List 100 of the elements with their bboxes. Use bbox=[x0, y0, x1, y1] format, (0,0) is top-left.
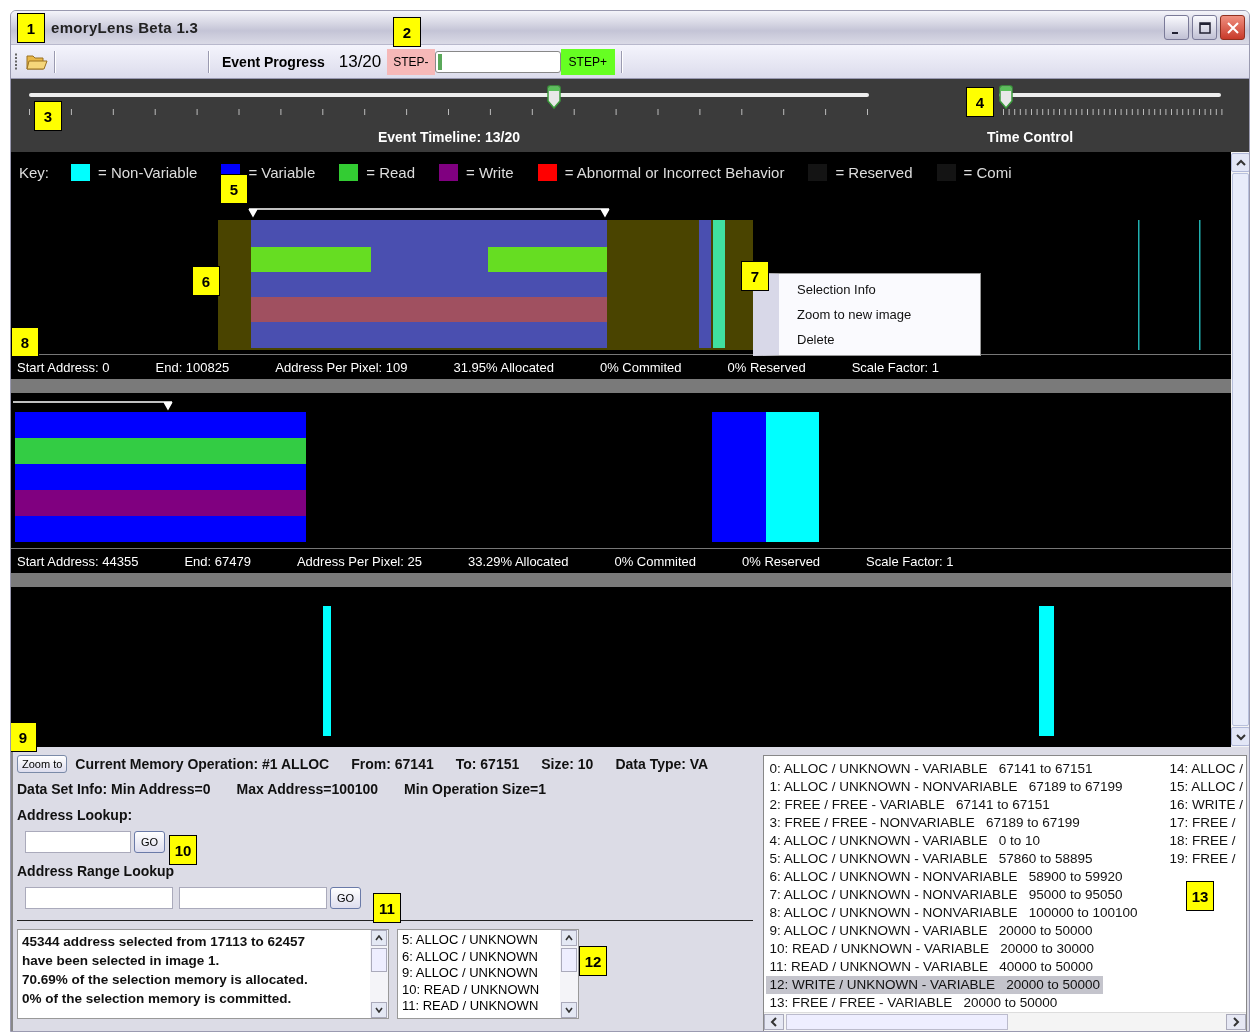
callout-number: 7 bbox=[741, 261, 769, 291]
event-list-item[interactable]: 17: FREE / bbox=[1166, 814, 1246, 832]
list-item[interactable]: 6: ALLOC / UNKNOWN bbox=[402, 948, 556, 965]
memory-stat: Scale Factor: 1 bbox=[851, 359, 940, 375]
memory-stat: Scale Factor: 1 bbox=[866, 553, 954, 569]
maximize-button[interactable] bbox=[1192, 15, 1217, 40]
key-item-label: = Variable bbox=[248, 163, 316, 181]
key-item-label: = Write bbox=[466, 163, 514, 181]
callout-number: 5 bbox=[220, 174, 248, 204]
horizontal-scrollbar[interactable] bbox=[764, 1012, 1246, 1031]
scroll-up-icon[interactable] bbox=[1235, 158, 1246, 167]
event-list-item[interactable]: 6: ALLOC / UNKNOWN - NONVARIABLE 58900 to 59920 bbox=[766, 868, 1167, 886]
selection-bracket[interactable] bbox=[248, 208, 610, 220]
memory-stat: Address Per Pixel: 25 bbox=[296, 553, 422, 569]
vertical-scrollbar[interactable] bbox=[560, 930, 578, 1018]
scroll-thumb[interactable] bbox=[786, 1014, 1009, 1030]
memory-stat: 31.95% Allocated bbox=[453, 359, 554, 375]
minimize-icon bbox=[1171, 31, 1178, 34]
address-range-label: Address Range Lookup bbox=[17, 863, 176, 879]
event-list-item[interactable]: 11: READ / UNKNOWN - VARIABLE 40000 to 50000 bbox=[766, 958, 1167, 976]
memory-stat: 33.29% Allocated bbox=[467, 553, 569, 569]
scroll-left-icon[interactable] bbox=[770, 1017, 779, 1027]
selection-info-line: have been selected in image 1. bbox=[22, 952, 221, 970]
time-control-slider-thumb[interactable] bbox=[999, 85, 1013, 109]
event-list-item[interactable]: 18: FREE / bbox=[1166, 832, 1246, 850]
memory-stat: Start Address: 44355 bbox=[17, 553, 139, 569]
event-list-item[interactable]: 1: ALLOC / UNKNOWN - NONVARIABLE 67189 to 67199 bbox=[766, 778, 1167, 796]
dataset-info: Min Operation Size=1 bbox=[404, 781, 547, 797]
go-button[interactable]: GO bbox=[330, 887, 362, 909]
minimize-button[interactable] bbox=[1164, 15, 1189, 40]
close-button[interactable] bbox=[1220, 15, 1245, 40]
scroll-down-icon[interactable] bbox=[375, 1007, 383, 1013]
zoom-to-button[interactable]: Zoom to bbox=[17, 755, 68, 773]
scroll-up-icon[interactable] bbox=[565, 935, 573, 941]
menu-item[interactable]: Delete bbox=[779, 327, 980, 352]
event-list-item[interactable]: 14: ALLOC / bbox=[1166, 760, 1246, 778]
operation-field: Data Type: VA bbox=[615, 756, 709, 772]
event-list-item[interactable]: 16: WRITE / bbox=[1166, 796, 1246, 814]
selection-info-line: 0% of the selection memory is committed. bbox=[22, 990, 293, 1008]
selection-info-line: 70.69% of the selection memory is allocated. bbox=[22, 971, 309, 989]
go-button[interactable]: GO bbox=[134, 831, 166, 853]
key-item-label: = Non-Variable bbox=[98, 163, 198, 181]
address-input-field[interactable] bbox=[25, 831, 131, 853]
dataset-info: Max Address=100100 bbox=[236, 781, 379, 797]
list-item[interactable]: 10: READ / UNKNOWN bbox=[402, 981, 556, 998]
list-item[interactable]: 11: READ / UNKNOWN bbox=[402, 998, 556, 1015]
step-forward-button[interactable]: STEP+ bbox=[560, 48, 615, 75]
callout-number: 2 bbox=[393, 17, 421, 47]
callout-number: 3 bbox=[34, 101, 62, 131]
operation-field: From: 67141 bbox=[351, 756, 434, 772]
folder-icon bbox=[26, 52, 48, 71]
toolbar-grip-icon bbox=[15, 52, 18, 71]
callout-number: 12 bbox=[579, 946, 607, 976]
event-list-item[interactable]: 5: ALLOC / UNKNOWN - VARIABLE 57860 to 58895 bbox=[766, 850, 1167, 868]
callout-number: 9 bbox=[11, 722, 37, 752]
selection-bracket[interactable] bbox=[13, 401, 173, 413]
menu-item[interactable]: Selection Info bbox=[779, 277, 980, 302]
memory-stat: 0% Reserved bbox=[727, 359, 806, 375]
selection-info-line: 45344 address selected from 17113 to 62457 bbox=[22, 933, 306, 951]
list-item[interactable]: 9: ALLOC / UNKNOWN bbox=[402, 965, 556, 982]
step-back-button[interactable]: STEP- bbox=[387, 48, 435, 75]
event-list-item[interactable]: 9: ALLOC / UNKNOWN - VARIABLE 20000 to 50000 bbox=[766, 922, 1167, 940]
callout-number: 11 bbox=[373, 893, 401, 923]
callout-number: 10 bbox=[169, 835, 197, 865]
callout-number: 4 bbox=[966, 87, 994, 117]
event-progress-label: Event Progress bbox=[222, 53, 325, 70]
key-item-label: = Comi bbox=[963, 163, 1012, 181]
scroll-right-icon[interactable] bbox=[1232, 1017, 1240, 1027]
event-list-item[interactable]: 12: WRITE / UNKNOWN - VARIABLE 20000 to 50000 bbox=[766, 976, 1104, 994]
key-item-label: = Reserved bbox=[835, 163, 913, 181]
scroll-up-icon[interactable] bbox=[375, 935, 383, 941]
event-list-item[interactable]: 0: ALLOC / UNKNOWN - VARIABLE 67141 to 67151 bbox=[766, 760, 1167, 778]
memory-stat: 0% Commited bbox=[599, 359, 682, 375]
open-folder-button[interactable] bbox=[26, 52, 48, 71]
event-list-item[interactable]: 13: FREE / FREE - VARIABLE 20000 to 50000 bbox=[766, 994, 1167, 1012]
event-list-item[interactable]: 15: ALLOC / bbox=[1166, 778, 1246, 796]
menu-item[interactable]: Zoom to new image bbox=[779, 302, 980, 327]
operation-field: To: 67151 bbox=[455, 756, 520, 772]
time-control-label: Time Control bbox=[987, 129, 1075, 145]
event-list-item[interactable]: 7: ALLOC / UNKNOWN - NONVARIABLE 95000 to 95050 bbox=[766, 886, 1167, 904]
close-icon bbox=[1226, 21, 1239, 34]
scroll-down-icon[interactable] bbox=[565, 1007, 573, 1013]
event-list-item[interactable]: 4: ALLOC / UNKNOWN - VARIABLE 0 to 10 bbox=[766, 832, 1167, 850]
vertical-scrollbar[interactable] bbox=[370, 930, 388, 1018]
memory-stat: Address Per Pixel: 109 bbox=[275, 359, 408, 375]
memory-stat: End: 100825 bbox=[155, 359, 230, 375]
range-start-field[interactable] bbox=[25, 887, 173, 909]
scroll-thumb[interactable] bbox=[561, 948, 577, 972]
scroll-down-icon[interactable] bbox=[1235, 732, 1246, 741]
list-item[interactable]: 5: ALLOC / UNKNOWN bbox=[402, 932, 556, 949]
event-list-item[interactable]: 3: FREE / FREE - NONVARIABLE 67189 to 67199 bbox=[766, 814, 1167, 832]
key-item-label: = Read bbox=[366, 163, 416, 181]
event-list-item[interactable]: 8: ALLOC / UNKNOWN - NONVARIABLE 100000 to 100100 bbox=[766, 904, 1167, 922]
dataset-info: Data Set Info: Min Address=0 bbox=[17, 781, 211, 797]
event-list-item[interactable]: 2: FREE / FREE - VARIABLE 67141 to 67151 bbox=[766, 796, 1167, 814]
event-list-item[interactable]: 19: FREE / bbox=[1166, 850, 1246, 868]
scroll-thumb[interactable] bbox=[371, 948, 387, 972]
event-list-item[interactable]: 10: READ / UNKNOWN - VARIABLE 20000 to 30000 bbox=[766, 940, 1167, 958]
timeline-slider-thumb[interactable] bbox=[547, 85, 561, 109]
range-end-field[interactable] bbox=[179, 887, 327, 909]
